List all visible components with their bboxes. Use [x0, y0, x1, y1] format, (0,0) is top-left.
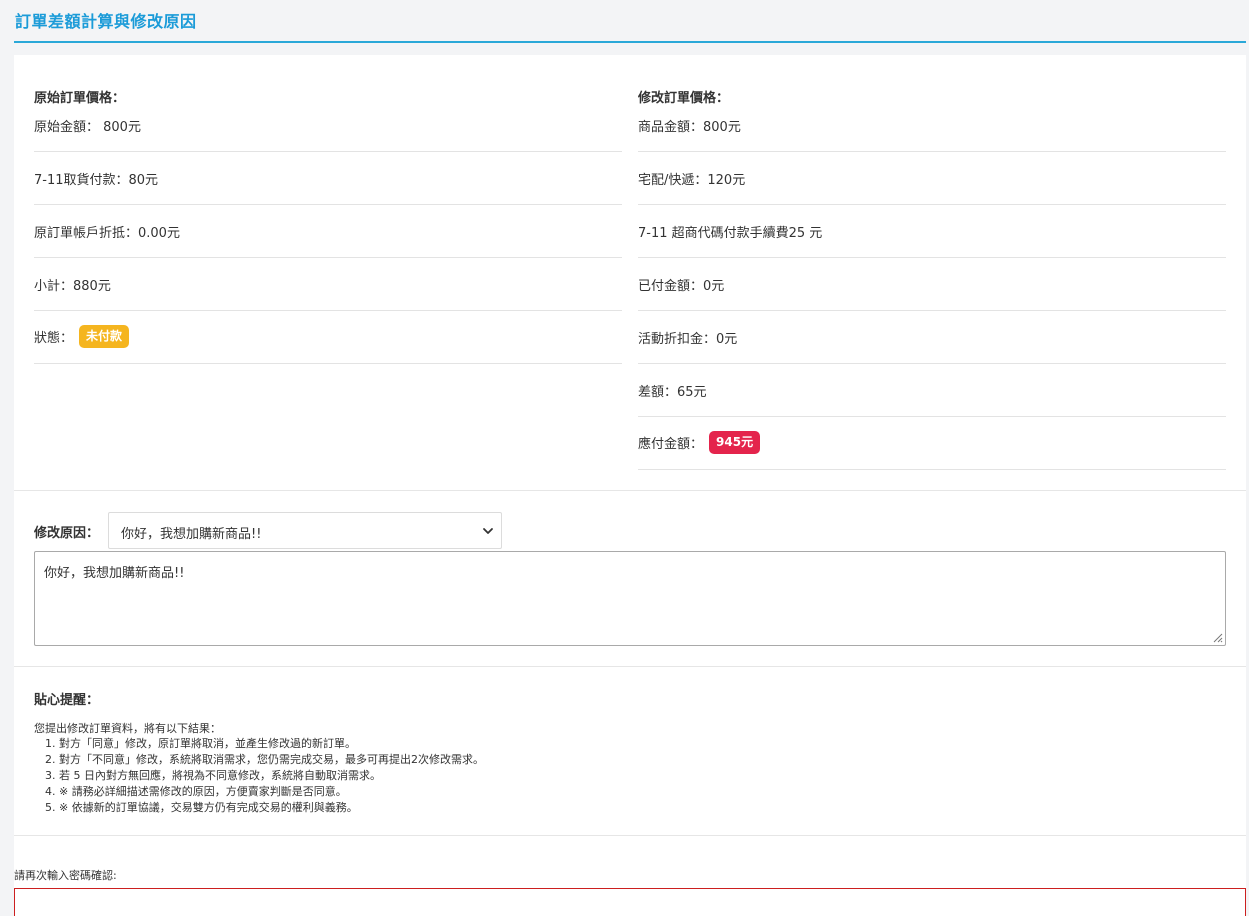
tips-item: 5. ※ 依據新的訂單協議，交易雙方仍有完成交易的權利與義務。 — [45, 801, 358, 814]
status-label: 狀態： — [34, 331, 74, 346]
promo-discount-text: 活動折扣金：0元 — [638, 332, 738, 347]
original-amount-row: 原始金額： 800元 — [34, 99, 622, 152]
payable-label: 應付金額： — [638, 437, 704, 452]
711-pickup-row: 7-11取貨付款：80元 — [34, 152, 622, 205]
difference-row: 差額：65元 — [638, 364, 1226, 417]
711-pickup-text: 7-11取貨付款：80元 — [34, 173, 159, 188]
paid-amount-text: 已付金額：0元 — [638, 279, 725, 294]
chevron-down-icon — [483, 528, 493, 534]
tips-intro: 您提出修改訂單資料，將有以下結果： — [34, 722, 221, 735]
reason-textarea[interactable]: 你好，我想加購新商品!! — [34, 551, 1226, 646]
account-deduction-row: 原訂單帳戶折抵：0.00元 — [34, 205, 622, 258]
subtotal-text: 小計：880元 — [34, 279, 111, 294]
status-badge: 未付款 — [79, 325, 130, 348]
page-title: 訂單差額計算與修改原因 — [15, 12, 197, 31]
payment-fee-text: 7-11 超商代碼付款手續費25 元 — [638, 226, 823, 241]
reason-textarea-text: 你好，我想加購新商品!! — [44, 566, 185, 581]
payment-fee-row: 7-11 超商代碼付款手續費25 元 — [638, 205, 1226, 258]
subtotal-row: 小計：880元 — [34, 258, 622, 311]
content-panel: 原始訂單價格： 原始金額： 800元 7-11取貨付款：80元 原訂單帳戶折抵：… — [14, 55, 1246, 916]
section-divider — [14, 666, 1246, 667]
tips-item: 2. 對方「不同意」修改，系統將取消需求，您仍需完成交易，最多可再提出2次修改需… — [45, 753, 484, 766]
account-deduction-text: 原訂單帳戶折抵：0.00元 — [34, 226, 180, 241]
original-amount-text: 原始金額： 800元 — [34, 120, 141, 135]
delivery-fee-row: 宅配/快遞：120元 — [638, 152, 1226, 205]
difference-text: 差額：65元 — [638, 385, 707, 400]
tips-list: 1. 對方「同意」修改，原訂單將取消，並產生修改過的新訂單。 2. 對方「不同意… — [45, 736, 484, 816]
payable-row: 應付金額： 945元 — [638, 417, 1226, 470]
paid-amount-row: 已付金額：0元 — [638, 258, 1226, 311]
status-row: 狀態： 未付款 — [34, 311, 622, 364]
password-confirm-label: 請再次輸入密碼確認: — [14, 869, 117, 882]
tips-heading: 貼心提醒： — [34, 693, 100, 708]
payable-badge: 945元 — [709, 431, 761, 454]
password-confirm-input[interactable] — [14, 888, 1246, 916]
section-divider — [14, 835, 1246, 836]
reason-select-value: 你好，我想加購新商品!! — [121, 527, 262, 542]
resize-grip-icon[interactable] — [1211, 631, 1223, 643]
page: 訂單差額計算與修改原因 原始訂單價格： 原始金額： 800元 7-11取貨付款：… — [0, 0, 1249, 916]
product-amount-row: 商品金額：800元 — [638, 99, 1226, 152]
product-amount-text: 商品金額：800元 — [638, 120, 741, 135]
title-bar: 訂單差額計算與修改原因 — [14, 0, 1246, 43]
reason-label: 修改原因： — [34, 526, 100, 541]
promo-discount-row: 活動折扣金：0元 — [638, 311, 1226, 364]
tips-item: 3. 若 5 日內對方無回應，將視為不同意修改，系統將自動取消需求。 — [45, 769, 381, 782]
reason-select[interactable]: 你好，我想加購新商品!! — [108, 512, 502, 549]
delivery-fee-text: 宅配/快遞：120元 — [638, 173, 746, 188]
tips-item: 1. 對方「同意」修改，原訂單將取消，並產生修改過的新訂單。 — [45, 737, 356, 750]
tips-item: 4. ※ 請務必詳細描述需修改的原因，方便賣家判斷是否同意。 — [45, 785, 347, 798]
section-divider — [14, 490, 1246, 491]
